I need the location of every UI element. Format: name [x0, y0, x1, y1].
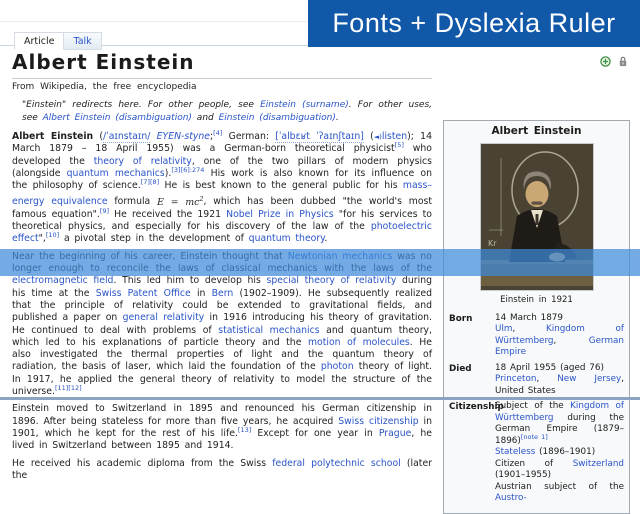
page-status-icons [600, 56, 628, 67]
hatnote: "Einstein" redirects here. For other peo… [22, 99, 432, 124]
top-hairline [0, 21, 308, 22]
reference-link[interactable]: [3][6]:274 [171, 166, 204, 174]
wiki-link[interactable]: mass–energy equivalence [12, 180, 432, 207]
wiki-link[interactable]: Kingdom of Württemberg [495, 401, 624, 423]
wiki-link[interactable]: New Jersey [557, 374, 621, 384]
dyslexia-ruler[interactable] [0, 249, 640, 276]
tab-article[interactable]: Article [14, 32, 64, 50]
wiki-link[interactable]: federal polytechnic school [272, 458, 401, 469]
infobox-row-born: Born 14 March 1879Ulm, Kingdom of Württe… [449, 313, 624, 359]
svg-text:Kr: Kr [488, 239, 497, 248]
wiki-link[interactable]: statistical mechanics [218, 325, 319, 336]
infobox-photo-caption: Einstein in 1921 [449, 295, 624, 307]
wiki-link[interactable]: Bern [212, 288, 234, 299]
infobox-value-citizenship: Subject of the Kingdom of Württemberg du… [495, 401, 624, 505]
wiki-link[interactable]: EYEN-styne [157, 131, 210, 142]
reference-link[interactable]: [10] [46, 231, 59, 239]
reference-link[interactable]: [4] [213, 129, 222, 137]
extension-banner: Fonts + Dyslexia Ruler [308, 0, 640, 47]
math-formula: E = mc2 [157, 197, 203, 208]
wiki-link[interactable]: Ulm [495, 324, 512, 334]
site-tagline: From Wikipedia, the free encyclopedia [12, 82, 432, 92]
tab-talk[interactable]: Talk [64, 32, 101, 50]
infobox: Albert Einstein Kr Einstein in 1921 Born… [443, 120, 630, 514]
wiki-link[interactable]: Princeton [495, 374, 536, 384]
wiki-link[interactable]: motion of molecules [308, 337, 410, 348]
reference-link[interactable]: [9] [100, 207, 109, 215]
reference-link[interactable]: [13] [238, 426, 251, 434]
reference-link[interactable]: [7][8] [141, 178, 159, 186]
paragraph-citizenship: Einstein moved to Switzerland in 1895 an… [12, 403, 432, 452]
wiki-link[interactable]: Swiss Patent Office [96, 288, 191, 299]
infobox-value-born: 14 March 1879Ulm, Kingdom of Württemberg… [495, 313, 624, 359]
wiki-link[interactable]: [ˈalbɛʁt ˈʔaɪnʃtaɪn] [275, 131, 364, 143]
infobox-label-citizenship: Citizenship [449, 401, 495, 505]
bold-text: Albert Einstein [12, 131, 93, 142]
page-protection-lock-icon[interactable] [618, 56, 628, 67]
wiki-link[interactable]: Swiss citizenship [338, 416, 418, 427]
infobox-title: Albert Einstein [449, 126, 624, 138]
wiki-link[interactable]: Nobel Prize in Physics [226, 209, 334, 220]
infobox-row-citizenship: Citizenship Subject of the Kingdom of Wü… [449, 401, 624, 505]
wiki-link[interactable]: Austro- [495, 493, 527, 503]
wiki-link[interactable]: special theory of relativity [267, 275, 397, 286]
article-content: Albert Einstein From Wikipedia, the free… [12, 50, 432, 487]
reference-link[interactable]: [5] [395, 141, 404, 149]
wiki-link[interactable]: electromagnetic field [12, 275, 113, 286]
wiki-link[interactable]: Prague [379, 428, 411, 439]
wiki-link[interactable]: Einstein (disambiguation) [219, 113, 336, 123]
wiki-link[interactable]: /ˈaɪnstaɪn/ [103, 131, 150, 143]
paragraph-intro: Albert Einstein (/ˈaɪnstaɪn/ EYEN-styne;… [12, 131, 432, 246]
wiki-link[interactable]: photon [321, 361, 354, 372]
infobox-label-died: Died [449, 363, 495, 398]
infobox-row-died: Died 18 April 1955 (aged 76)Princeton, N… [449, 363, 624, 398]
reference-link[interactable]: [11][12] [55, 384, 82, 392]
wiki-link[interactable]: Einstein (surname) [260, 100, 349, 110]
wiki-link[interactable]: quantum theory [249, 233, 325, 244]
reference-link[interactable]: [note 1] [521, 433, 548, 441]
page-title: Albert Einstein [12, 50, 432, 79]
extension-banner-title: Fonts + Dyslexia Ruler [332, 8, 615, 39]
infobox-value-died: 18 April 1955 (aged 76)Princeton, New Je… [495, 363, 624, 398]
paragraph-education: He received his academic diploma from th… [12, 458, 432, 483]
wiki-link[interactable]: general relativity [123, 312, 205, 323]
wiki-link[interactable]: photoelectric effect [12, 221, 432, 244]
listen-speaker-icon[interactable]: ◄) [374, 133, 382, 141]
wiki-link[interactable]: Switzerland [573, 459, 624, 469]
green-plus-circle-icon[interactable] [600, 56, 611, 67]
wiki-link[interactable]: Albert Einstein (disambiguation) [43, 113, 192, 123]
paragraph-career-wrapper: Near the beginning of his career, Einste… [12, 251, 432, 399]
wiki-link[interactable]: Stateless [495, 447, 535, 457]
infobox-label-born: Born [449, 313, 495, 359]
